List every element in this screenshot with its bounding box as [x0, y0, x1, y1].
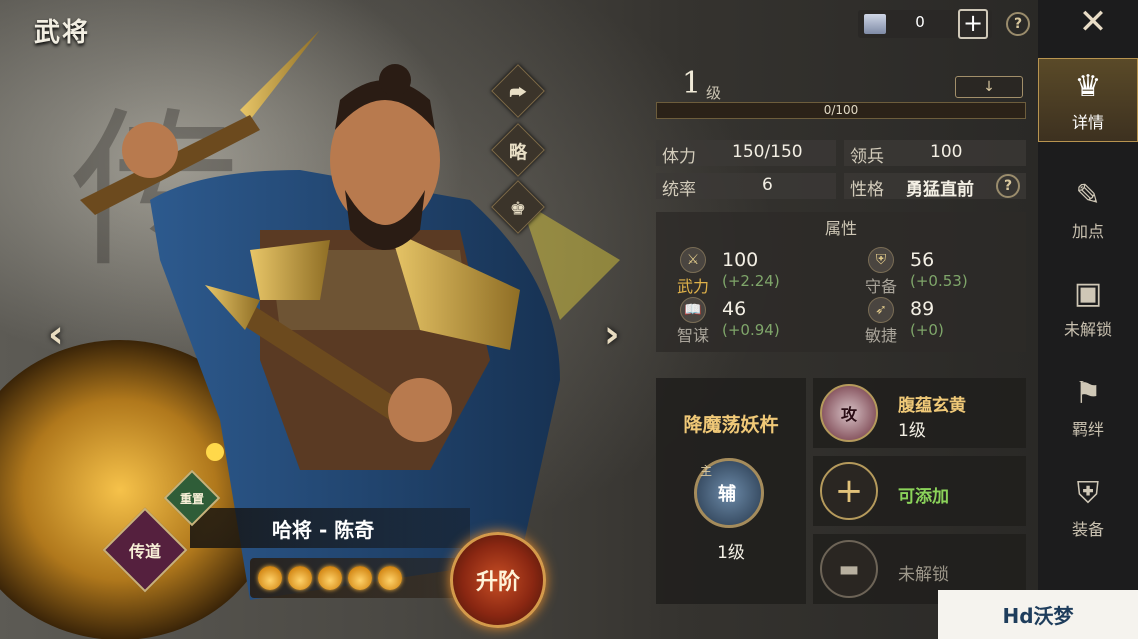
- help-icon[interactable]: ?: [1006, 12, 1030, 36]
- stat-value: 100: [930, 142, 963, 162]
- attr-value: 89: [910, 298, 935, 320]
- attr-value: 100: [722, 249, 759, 271]
- skill-level: 1级: [898, 421, 926, 441]
- sidebar-item-details[interactable]: ♛ 详情: [1038, 58, 1138, 142]
- upgrade-button[interactable]: 升阶: [450, 532, 546, 628]
- book-icon: [864, 14, 886, 34]
- skill-name: 腹蕴玄黄: [898, 396, 966, 416]
- lock-icon: ▬: [820, 540, 878, 598]
- sidebar-item-points[interactable]: ✎ 加点: [1038, 168, 1138, 252]
- sidebar-item-bonds[interactable]: ⚑ 羁绊: [1038, 366, 1138, 450]
- locked-icon: ▣: [1073, 276, 1103, 311]
- attributes-title: 属性: [824, 219, 857, 238]
- star-icon: [318, 566, 342, 590]
- rank-badge-label: 传道: [128, 542, 161, 561]
- xp-text: 0/100: [823, 103, 859, 117]
- crown-icon: ♚: [509, 197, 527, 219]
- star-row: [250, 558, 470, 598]
- sidebar-item-label: 装备: [1071, 520, 1104, 539]
- attr-bonus: (+2.24): [722, 272, 780, 290]
- attr-name: 敏捷: [865, 326, 898, 345]
- stat-label: 领兵: [850, 147, 884, 167]
- pen-icon: ✎: [1075, 178, 1101, 213]
- stat-value: 150/150: [732, 142, 803, 162]
- crown-icon: ♛: [1074, 69, 1102, 104]
- attr-bonus: (+0): [910, 321, 944, 339]
- next-hero-arrow-icon[interactable]: ›: [604, 312, 620, 356]
- skill-add-label: 可添加: [898, 487, 949, 507]
- strategy-label: 略: [509, 142, 527, 164]
- personality-help-icon[interactable]: ?: [996, 174, 1020, 198]
- skill-attack-icon: 攻: [820, 384, 878, 442]
- sidebar-item-label: 详情: [1071, 113, 1104, 132]
- armor-icon: ⛨: [1076, 476, 1100, 511]
- attr-name: 武力: [677, 277, 710, 296]
- shield-icon: ⛨: [868, 247, 894, 273]
- sidebar-item-label: 未解锁: [1063, 320, 1112, 339]
- stat-value: 6: [762, 175, 773, 195]
- flag-icon: ⚑: [1074, 376, 1102, 411]
- attr-name: 智谋: [677, 326, 710, 345]
- add-currency-button[interactable]: +: [958, 9, 988, 39]
- watermark-logo: Hd沃梦: [938, 590, 1138, 639]
- stat-label: 性格: [850, 180, 884, 200]
- plus-icon: +: [820, 462, 878, 520]
- attr-value: 46: [722, 298, 747, 320]
- sidebar-item-locked[interactable]: ▣ 未解锁: [1038, 266, 1138, 350]
- currency-count: 0: [915, 13, 925, 31]
- stat-command: 统率 6: [656, 173, 836, 200]
- weapon-sub-label: 主: [700, 464, 713, 478]
- sidebar-item-label: 羁绊: [1071, 420, 1104, 439]
- skill-locked-label: 未解锁: [898, 565, 949, 585]
- sidebar-item-equipment[interactable]: ⛨ 装备: [1038, 466, 1138, 550]
- share-icon: ⮫: [509, 81, 527, 103]
- level-label: 级: [706, 84, 722, 102]
- stat-troops: 领兵 100: [844, 140, 1026, 167]
- star-icon: [378, 566, 402, 590]
- reset-badge-label: 重置: [179, 491, 204, 506]
- agility-icon: ➶: [868, 297, 894, 323]
- weapon-level: 1级: [717, 543, 745, 563]
- attr-bonus: (+0.94): [722, 321, 780, 339]
- attr-bonus: (+0.53): [910, 272, 968, 290]
- close-icon[interactable]: ✕: [1066, 0, 1120, 44]
- stat-value: 勇猛直前: [906, 180, 974, 200]
- star-icon: [258, 566, 282, 590]
- prev-hero-arrow-icon[interactable]: ‹: [48, 312, 64, 356]
- weapon-name: 降魔荡妖杵: [683, 414, 779, 436]
- weapon-badge: 辅: [718, 484, 736, 505]
- book-icon: 📖: [680, 297, 706, 323]
- stat-label: 统率: [662, 180, 696, 200]
- level-up-button[interactable]: ↓: [955, 76, 1023, 98]
- star-icon: [348, 566, 372, 590]
- sword-icon: ⚔: [680, 247, 706, 273]
- hero-name: 哈将 - 陈奇: [272, 518, 375, 542]
- sidebar-item-label: 加点: [1071, 222, 1104, 241]
- level-value: 1: [682, 66, 702, 101]
- attr-value: 56: [910, 249, 935, 271]
- attr-name: 守备: [865, 277, 898, 296]
- star-icon: [288, 566, 312, 590]
- page-title: 武将: [34, 18, 91, 48]
- stat-hp: 体力 150/150: [656, 140, 836, 167]
- stat-label: 体力: [662, 147, 696, 167]
